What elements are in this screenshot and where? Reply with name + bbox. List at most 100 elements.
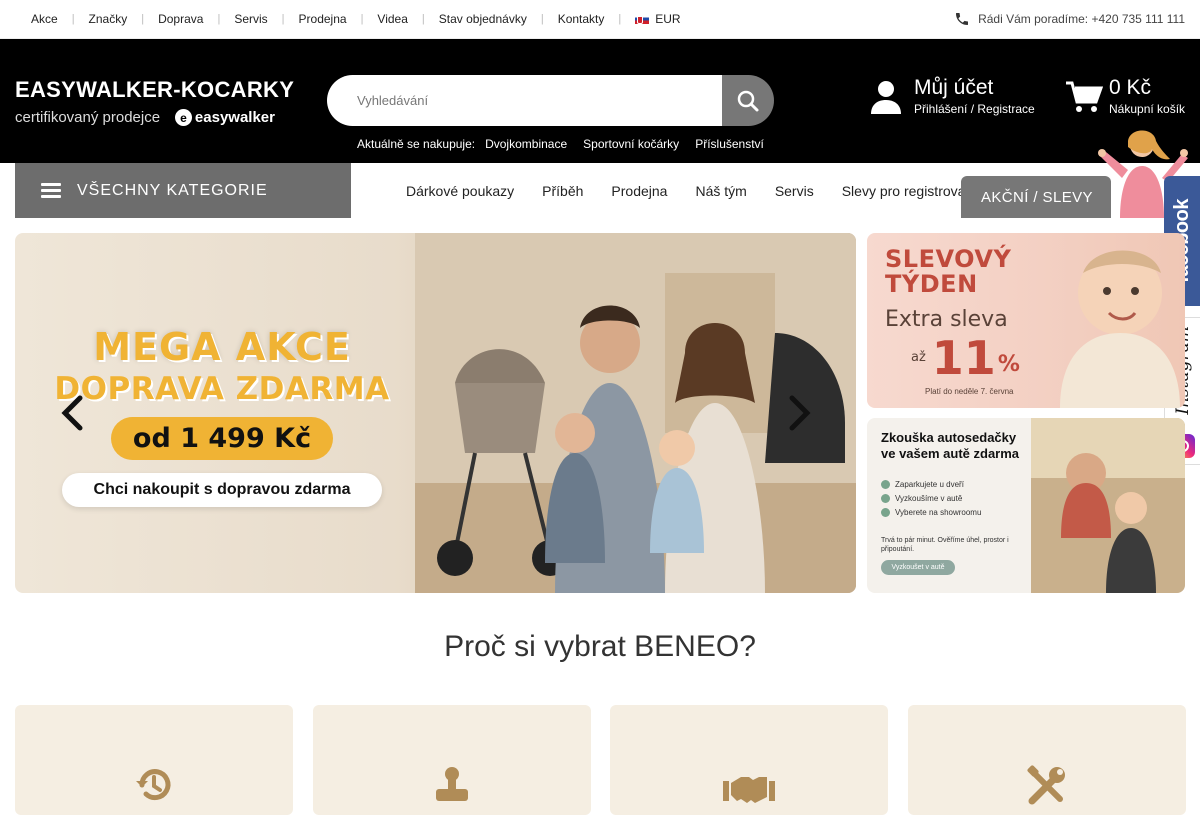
banner2-title-line1: Zkouška autosedačky [881,430,1017,445]
logo-title: EASYWALKER-KOCARKY [15,77,295,102]
banner1-note: Platí do neděle 7. června [925,387,1014,396]
banner2-title-line2: ve vašem autě zdarma [881,446,1020,461]
step-dot-icon [881,494,890,503]
nav-slevy-pro-registrovane[interactable]: Slevy pro registrova [842,183,966,199]
top-bar: Akce | Značky | Doprava | Servis | Prodejna |… [0,0,1200,39]
top-nav: Akce | Značky | Doprava | Servis | Prodejna |… [31,12,681,26]
nav-darkove-poukazy[interactable]: Dárkové poukazy [406,183,514,199]
popular-label: Aktuálně se nakupuje: [357,137,476,151]
top-nav-znacky[interactable]: Značky [89,12,128,26]
cart-link[interactable]: 0 Kč Nákupní košík [1065,77,1185,116]
category-bar: VŠECHNY KATEGORIE Dárkové poukazy Příběh… [0,130,1200,218]
top-nav-doprava[interactable]: Doprava [158,12,203,26]
popular-link-dvojkombinace[interactable]: Dvojkombinace [485,137,567,151]
top-nav-prodejna[interactable]: Prodejna [299,12,347,26]
cart-icon [1066,81,1103,112]
why-section-title: Proč si vybrat BENEO? [444,630,756,663]
slovak-flag-icon [635,14,650,24]
discount-week-banner[interactable]: SLEVOVÝ TÝDEN Extra sleva až 11 % Platí … [867,233,1185,408]
cart-text: 0 Kč Nákupní košík [1109,76,1186,117]
currency-label: EUR [655,12,681,26]
separator: | [540,13,544,25]
phone-text[interactable]: Rádi Vám poradíme: +420 735 111 111 [978,12,1185,26]
top-nav-kontakty[interactable]: Kontakty [558,12,605,26]
tools-icon [1027,765,1065,805]
logo-subtitle: certifikovaný prodejce e easywalker [15,109,275,126]
banner2-title: Zkouška autosedačky ve vašem autě zdarma [881,430,1019,462]
nav-prodejna[interactable]: Prodejna [611,183,667,199]
slider-next-arrow-icon[interactable] [788,395,812,431]
separator: | [618,13,622,25]
hero-cta-button[interactable]: Chci nakoupit s dopravou zdarma [62,473,382,507]
feature-card [15,705,293,815]
banner2-step-text: Vyberete na showroomu [895,508,982,517]
search-button[interactable] [722,75,774,126]
top-nav-servis[interactable]: Servis [234,12,267,26]
search-input[interactable] [327,75,722,126]
top-nav-akce[interactable]: Akce [31,12,58,26]
separator: | [421,13,425,25]
banner2-note: Trvá to pár minut. Ověříme úhel, prostor… [881,537,1009,553]
step-dot-icon [881,508,890,517]
hero-price-badge: od 1 499 Kč [110,417,334,460]
top-nav-videa[interactable]: Videa [377,12,407,26]
baby-photo [1060,250,1180,408]
account-sub[interactable]: Přihlášení / Registrace [914,102,1035,116]
banner1-prefix: až [911,350,926,365]
header: EASYWALKER-KOCARKY certifikovaný prodejc… [0,39,1200,163]
banner2-button[interactable]: Vyzkoušet v autě [881,560,955,575]
easywalker-logo-icon: e [174,109,192,126]
user-icon [871,80,901,114]
site-logo[interactable]: EASYWALKER-KOCARKY certifikovaný prodejc… [15,77,295,126]
search-bar [327,75,774,126]
feature-card [313,705,591,815]
hero-headline: MEGA AKCE [93,325,351,369]
cart-label: Nákupní košík [1109,102,1186,116]
banner1-subtitle: Extra sleva [885,307,1008,332]
hero-slider[interactable]: MEGA AKCE DOPRAVA ZDARMA od 1 499 Kč Chc… [15,233,856,593]
nav-pribeh[interactable]: Příběh [542,183,583,199]
handshake-icon [723,777,775,803]
popular-link-sportovni-kocarky[interactable]: Sportovní kočárky [583,137,679,151]
logo-sub-text: certifikovaný prodejce [15,109,161,126]
banner2-step: Zaparkujete u dveří [881,480,981,489]
account-text: Můj účet Přihlášení / Registrace [914,76,1035,117]
nav-nas-tym[interactable]: Náš tým [695,183,746,199]
hero-subheadline: DOPRAVA ZDARMA [54,371,390,407]
account-link[interactable]: Můj účet Přihlášení / Registrace [870,77,1035,116]
car-seat-test-banner[interactable]: Zkouška autosedačky ve vašem autě zdarma… [867,418,1185,593]
stamp-icon [436,767,468,801]
separator: | [281,13,285,25]
banner2-step: Vyzkoušíme v autě [881,494,981,503]
search-icon [737,90,759,111]
main-nav: Dárkové poukazy Příběh Prodejna Náš tým … [406,163,965,218]
banner2-step-text: Vyzkoušíme v autě [895,494,963,503]
separator: | [217,13,221,25]
slider-prev-arrow-icon[interactable] [60,395,84,431]
feature-card [908,705,1186,815]
feature-card [610,705,888,815]
cart-total: 0 Kč [1109,76,1152,99]
nav-servis[interactable]: Servis [775,183,814,199]
top-nav-stav-objednavky[interactable]: Stav objednávky [439,12,527,26]
banner2-steps: Zaparkujete u dveří Vyzkoušíme v autě Vy… [881,480,981,522]
popular-searches: Aktuálně se nakupuje: Dvojkombinace Spor… [357,137,764,151]
banner1-title-line1: SLEVOVÝ [885,245,1012,273]
banner1-number: 11 [931,331,996,385]
all-categories-label: VŠECHNY KATEGORIE [77,181,268,199]
history-icon [136,769,171,801]
separator: | [71,13,75,25]
banner1-title-line2: TÝDEN [885,270,978,298]
popular-link-prislusenstvi[interactable]: Příslušenství [695,137,764,151]
step-dot-icon [881,480,890,489]
account-title: Můj účet [914,76,994,99]
logo-brand-text: easywalker [194,109,275,126]
hamburger-icon [41,180,61,201]
banner1-discount: až 11 % [885,335,1020,381]
sale-button[interactable]: AKČNÍ / SLEVY [961,176,1111,218]
banner2-step-text: Zaparkujete u dveří [895,480,964,489]
currency-switch[interactable]: EUR [635,12,681,26]
logo-brand: e easywalker [174,109,275,126]
banner2-step: Vyberete na showroomu [881,508,981,517]
all-categories-button[interactable]: VŠECHNY KATEGORIE [15,163,351,218]
